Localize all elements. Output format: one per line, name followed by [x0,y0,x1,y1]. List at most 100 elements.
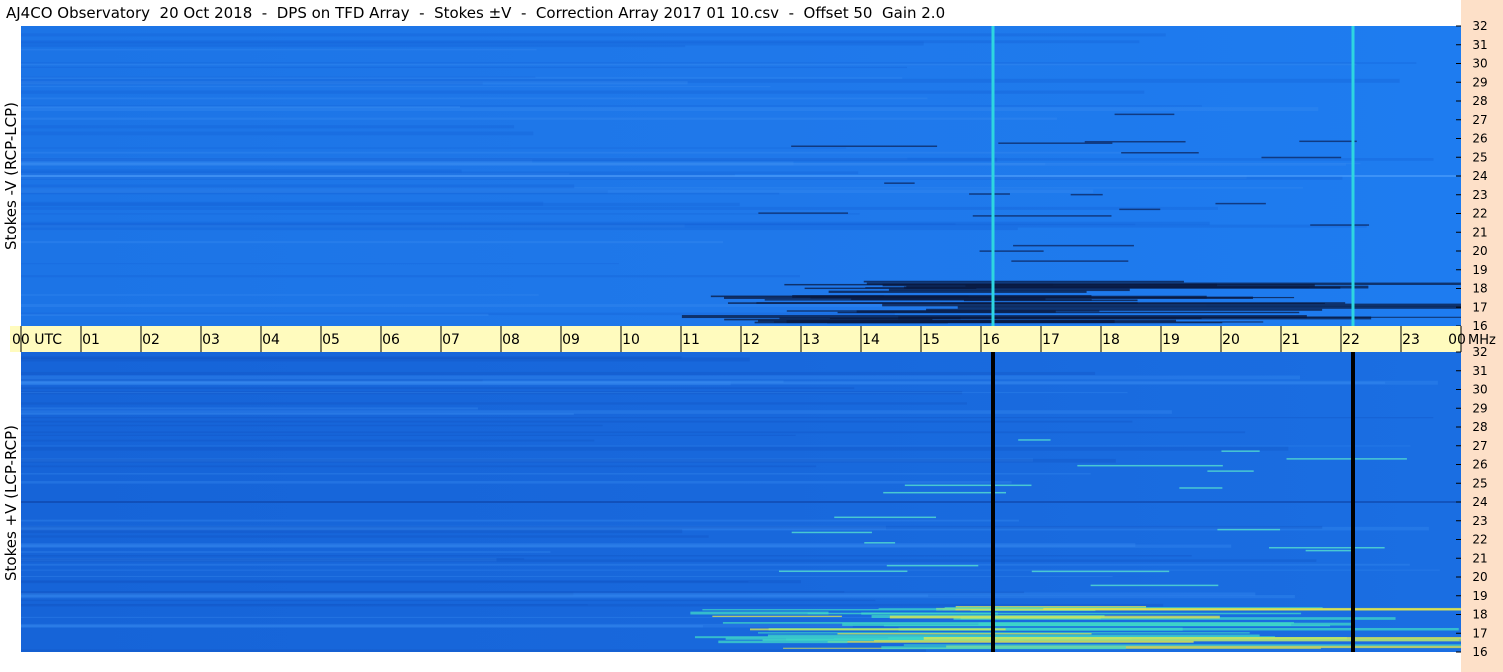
emission-streak [718,640,848,644]
y-tick-label: 24 [1472,495,1487,509]
vertical-marker [1351,26,1355,326]
emission-streak [754,321,948,324]
emission-streak [810,295,1207,299]
time-tick-label: 03 [202,332,220,348]
time-tick-label: 05 [322,332,340,348]
texture-band [21,535,709,538]
y-tick-label: 28 [1472,420,1487,434]
texture-band [21,313,489,317]
y-tick-label: 27 [1472,113,1487,127]
top-panel: 16 17 18 19 20 21 22 23 24 25 26 27 28 29 30 31 32 [21,19,1488,333]
interference-line [886,564,979,567]
texture-band [21,392,1128,394]
y-tick-label: 30 [1472,57,1487,71]
texture-band [21,446,1289,451]
y-tick-label: 21 [1472,551,1487,565]
texture-band [21,417,1434,419]
emission-streak [878,608,1044,610]
texture-band [21,555,1192,557]
emission-streak [842,623,1292,626]
y-tick-label: 17 [1472,626,1487,640]
y-tick-label: 21 [1472,225,1487,239]
interference-line [791,531,872,534]
y-tick-label: 27 [1472,439,1487,453]
texture-band [21,445,1411,447]
texture-band [21,41,924,46]
vertical-marker [991,26,995,326]
emission-streak [888,288,1130,292]
y-tick-label: 22 [1472,207,1487,221]
time-tick-label: 00 [1448,332,1466,348]
time-tick-label: 20 [1222,332,1240,348]
texture-band [21,275,800,278]
time-tick-label: 02 [142,332,160,348]
emission-streak [690,611,829,615]
interference-line [1018,439,1051,441]
texture-band [21,97,928,100]
texture-band [21,529,683,534]
texture-band [21,184,575,189]
interference-line [979,250,1044,252]
texture-band [21,206,1218,210]
texture-band [21,431,1246,434]
y-tick-label: 20 [1472,570,1487,584]
texture-band [21,189,1094,194]
y-tick-label: 32 [1472,19,1487,33]
y-tick-label: 23 [1472,188,1487,202]
time-tick-label: 00 UTC [12,332,62,348]
interference-line [791,145,938,148]
texture-band [21,227,1018,231]
interference-line [1269,546,1385,549]
texture-band [21,575,1113,577]
interference-line [864,542,896,544]
texture-band [21,519,1019,522]
interference-line [758,212,849,214]
interference-line [1305,549,1354,552]
y-tick-label: 31 [1472,38,1487,52]
time-tick-label: 04 [262,332,280,348]
interference-line [904,484,1032,487]
time-tick-label: 23 [1402,332,1420,348]
emission-streak [861,612,998,615]
texture-band [21,481,1012,484]
y-tick-label: 16 [1472,319,1487,333]
time-axis-background [10,326,1461,352]
interference-line [1090,584,1219,587]
time-tick-label: 19 [1162,332,1180,348]
interference-line [1084,140,1186,143]
emission-streak [837,633,1092,635]
y-tick-label: 19 [1472,263,1487,277]
interference-line [1217,528,1281,531]
time-tick-label: 09 [562,332,580,348]
emission-streak [926,308,1323,311]
texture-band [21,413,574,416]
y-tick-label: 32 [1472,345,1487,359]
texture-band [21,162,1361,165]
texture-band [21,294,539,296]
texture-band [21,176,1343,180]
texture-band [21,106,461,109]
time-tick-label: 16 [982,332,1000,348]
vertical-marker [991,352,995,652]
texture-band [21,599,876,602]
texture-band [21,581,749,583]
y-tick-label: 31 [1472,364,1487,378]
interference-line [1121,152,1199,154]
time-tick-label: 21 [1282,332,1300,348]
texture-band [21,591,1025,594]
texture-band [21,263,619,265]
interference-line [834,516,937,519]
texture-band [21,473,1091,475]
texture-band [21,49,537,51]
interference-line [778,570,908,573]
interference-line [1215,202,1266,205]
interference-line [1070,193,1103,196]
texture-band [21,551,551,553]
time-tick-label: 08 [502,332,520,348]
time-tick-label: 12 [742,332,760,348]
y-tick-label: 25 [1472,476,1487,490]
texture-band [21,381,1386,384]
time-tick-label: 07 [442,332,460,348]
y-tick-label: 25 [1472,150,1487,164]
interference-line [1286,458,1407,460]
